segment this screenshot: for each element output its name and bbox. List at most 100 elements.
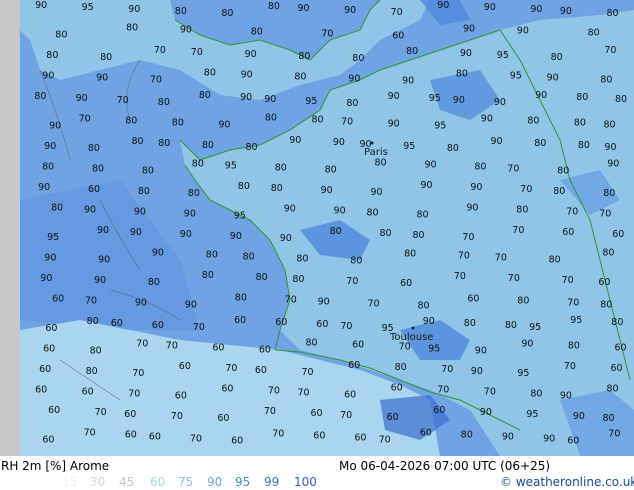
rh-value-label: 80 (271, 183, 283, 194)
rh-value-label: 80 (607, 8, 619, 19)
rh-value-label: 60 (387, 412, 399, 423)
rh-value-label: 90 (481, 114, 493, 125)
rh-value-label: 80 (404, 249, 416, 260)
rh-value-label: 80 (568, 341, 580, 352)
rh-value-label: 80 (527, 116, 539, 127)
rh-value-label: 80 (148, 277, 160, 288)
rh-value-label: 60 (348, 360, 360, 371)
rh-value-label: 80 (534, 138, 546, 149)
rh-value-label: 80 (243, 252, 255, 263)
rh-value-label: 90 (471, 366, 483, 377)
rh-value-label: 90 (38, 182, 50, 193)
rh-value-label: 90 (470, 182, 482, 193)
rh-value-label: 80 (199, 90, 211, 101)
rh-value-label: 90 (344, 5, 356, 16)
rh-value-label: 90 (466, 203, 478, 214)
rh-value-label: 80 (256, 272, 268, 283)
legend-value-45: 45 (119, 475, 135, 489)
rh-value-label: 80 (55, 30, 67, 41)
rh-value-label: 70 (85, 296, 97, 307)
rh-value-label: 70 (84, 428, 96, 439)
rh-value-label: 70 (298, 388, 310, 399)
rh-value-label: 60 (344, 390, 356, 401)
rh-value-label: 80 (549, 255, 561, 266)
rh-value-label: 60 (125, 430, 137, 441)
rh-value-label: 70 (441, 364, 453, 375)
rh-value-label: 70 (562, 275, 574, 286)
rh-value-label: 80 (221, 8, 233, 19)
rh-value-label: 95 (526, 409, 538, 420)
rh-value-label: 80 (574, 118, 586, 129)
rh-value-label: 80 (352, 53, 364, 64)
rh-value-label: 90 (348, 74, 360, 85)
credit-link[interactable]: © weatheronline.co.uk (500, 475, 634, 489)
rh-value-label: 90 (284, 204, 296, 215)
rh-value-label: 60 (43, 344, 55, 355)
rh-value-label: 80 (268, 1, 280, 12)
rh-value-label: 95 (517, 368, 529, 379)
rh-value-label: 70 (321, 29, 333, 40)
rh-value-label: 70 (391, 7, 403, 18)
rh-value-label: 60 (562, 227, 574, 238)
rh-value-label: 80 (447, 143, 459, 154)
rh-value-label: 60 (400, 278, 412, 289)
rh-value-label: 60 (212, 343, 224, 354)
rh-value-label: 60 (313, 431, 325, 442)
rh-value-label: 80 (202, 270, 214, 281)
rh-value-label: 80 (611, 317, 623, 328)
humidity-map: 90 95 90 80 80 80 90 90 70 90 90 90 90 80 80 80 90 80 70 60… (0, 0, 634, 456)
rh-value-label: 60 (433, 405, 445, 416)
rh-value-label: 70 (150, 75, 162, 86)
rh-value-label: 60 (275, 317, 287, 328)
rh-value-label: 60 (221, 384, 233, 395)
rh-value-label: 60 (255, 365, 267, 376)
rh-value-label: 70 (508, 273, 520, 284)
rh-value-label: 70 (507, 164, 519, 175)
rh-value-label: 70 (136, 339, 148, 350)
rh-value-label: 90 (97, 225, 109, 236)
rh-value-label: 60 (615, 343, 627, 354)
rh-value-label: 95 (305, 96, 317, 107)
legend-value-75: 75 (178, 475, 194, 489)
rh-value-label: 70 (458, 251, 470, 262)
rh-value-label: 90 (184, 209, 196, 220)
rh-value-label: 70 (190, 434, 202, 445)
rh-value-label: 80 (51, 203, 63, 214)
rh-value-label: 80 (204, 68, 216, 79)
rh-value-label: 70 (346, 276, 358, 287)
rh-value-label: 70 (225, 363, 237, 374)
rh-value-label: 80 (158, 138, 170, 149)
rh-value-label: 90 (573, 411, 585, 422)
rh-value-label: 80 (188, 188, 200, 199)
rh-value-label: 80 (517, 296, 529, 307)
rh-value-label: 80 (551, 52, 563, 63)
rh-value-label: 90 (605, 142, 617, 153)
rh-value-label: 80 (46, 50, 58, 61)
rh-value-label: 90 (333, 137, 345, 148)
rh-value-label: 90 (607, 159, 619, 170)
rh-value-label: 80 (553, 186, 565, 197)
rh-value-label: 80 (578, 140, 590, 151)
rh-value-label: 80 (456, 69, 468, 80)
rh-value-label: 90 (180, 25, 192, 36)
rh-value-label: 90 (460, 48, 472, 59)
legend-value-100: 100 (294, 475, 317, 489)
rh-value-label: 90 (84, 205, 96, 216)
rh-value-label: 60 (217, 413, 229, 424)
rh-value-label: 70 (520, 184, 532, 195)
rh-value-label: 80 (298, 51, 310, 62)
rh-value-label: 70 (566, 207, 578, 218)
rh-value-label: 80 (350, 256, 362, 267)
rh-value-label: 70 (154, 45, 166, 56)
rh-value-label: 90 (128, 4, 140, 15)
rh-value-label: 95 (428, 344, 440, 355)
rh-value-label: 80 (461, 430, 473, 441)
rh-value-label: 70 (564, 361, 576, 372)
domain-edge (0, 0, 20, 456)
rh-value-label: 80 (604, 120, 616, 131)
rh-value-label: 80 (100, 52, 112, 63)
rh-value-label: 60 (420, 428, 432, 439)
legend-value-90: 90 (207, 475, 223, 489)
rh-value-label: 70 (379, 435, 391, 446)
rh-value-label: 90 (76, 93, 88, 104)
